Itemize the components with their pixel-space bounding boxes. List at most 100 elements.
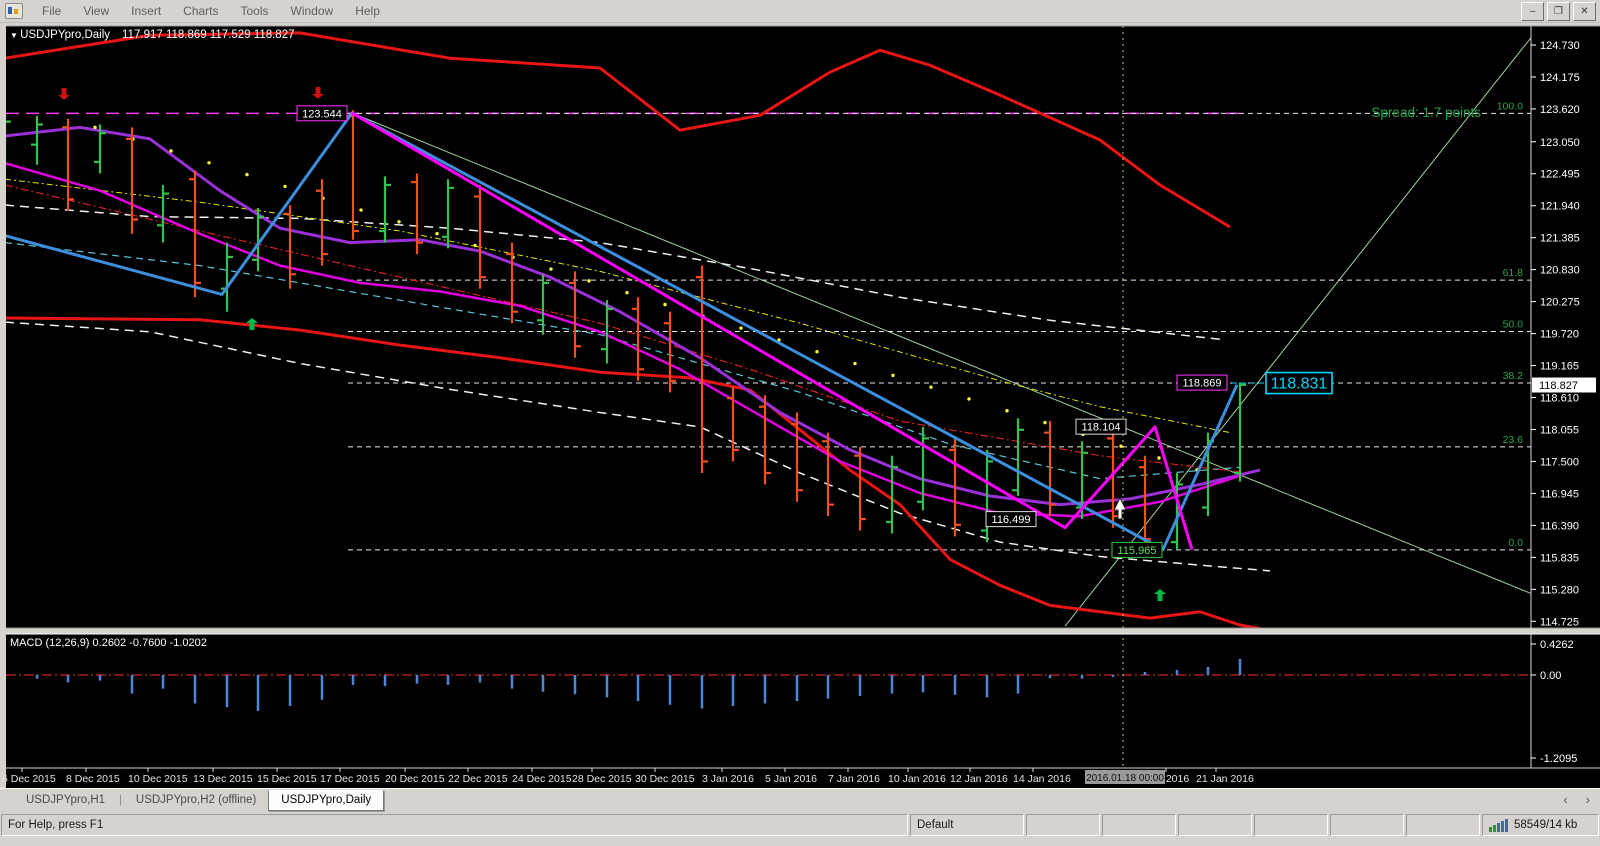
sar-dot	[1119, 444, 1122, 447]
price-axis-label: 117.500	[1540, 456, 1579, 468]
date-label: 21 Jan 2016	[1196, 773, 1254, 785]
price-tag-text: 118.869	[1183, 378, 1222, 390]
fib-level-label: 61.8	[1503, 267, 1524, 279]
date-label: 30 Dec 2015	[635, 773, 695, 785]
sar-dot	[967, 397, 970, 400]
tab-scroll-left-button[interactable]: ‹	[1559, 792, 1571, 808]
sar-dot	[739, 326, 742, 329]
chart-tab-bar: USDJPYpro,H1|USDJPYpro,H2 (offline)USDJP…	[0, 788, 1600, 813]
price-axis-label: 116.390	[1540, 520, 1579, 532]
price-tag-text: 123.544	[302, 108, 342, 120]
tab-usdjpypro-h1[interactable]: USDJPYpro,H1	[14, 791, 117, 810]
date-label: 8 Dec 2015	[66, 773, 120, 785]
sar-dot	[891, 374, 894, 377]
chart-canvas[interactable]	[6, 26, 1600, 788]
sar-dot	[663, 303, 666, 306]
close-button[interactable]: ✕	[1573, 2, 1596, 21]
price-chart[interactable]: 100.061.850.038.223.60.0123.544118.86911…	[0, 0, 1600, 846]
fib-level-label: 100.0	[1497, 100, 1523, 112]
price-axis-label: 116.945	[1540, 488, 1579, 500]
tab-usdjpypro-daily[interactable]: USDJPYpro,Daily	[268, 790, 384, 811]
price-axis-label: 122.495	[1540, 169, 1580, 181]
menu-item-insert[interactable]: Insert	[120, 0, 172, 22]
menu: FileViewInsertChartsToolsWindowHelp	[31, 0, 391, 22]
date-label: 7 Jan 2016	[828, 773, 880, 785]
status-traffic: 58549/14 kb	[1514, 819, 1577, 831]
sar-dot	[853, 362, 856, 365]
sar-dot	[929, 385, 932, 388]
status-empty-panel	[1026, 814, 1100, 836]
sar-dot	[93, 126, 96, 129]
menu-item-tools[interactable]: Tools	[230, 0, 280, 22]
chart-title: ▼ USDJPYpro,Daily117.917 118.869 117.529…	[10, 29, 295, 41]
price-axis-label: 119.165	[1540, 361, 1579, 373]
sar-dot	[625, 291, 628, 294]
sar-dot	[435, 232, 438, 235]
sar-dot	[397, 220, 400, 223]
crosshair-date-tag: 2016.01.18 00:00	[1085, 770, 1165, 784]
current-price-text: 118.827	[1539, 380, 1578, 392]
minimize-button[interactable]: –	[1521, 2, 1544, 21]
sar-dot	[207, 161, 210, 164]
sar-dot	[815, 350, 818, 353]
date-label: 6 Dec 2015	[2, 773, 56, 785]
price-axis-label: 114.725	[1540, 616, 1579, 628]
tab-usdjpypro-h2-offline-[interactable]: USDJPYpro,H2 (offline)	[124, 791, 268, 810]
menu-item-help[interactable]: Help	[344, 0, 391, 22]
date-label: 22 Dec 2015	[448, 773, 508, 785]
status-empty-panel	[1178, 814, 1252, 836]
price-axis-label: 115.835	[1540, 552, 1579, 564]
window-controls: –❐✕	[1521, 2, 1596, 21]
macd-label: MACD (12,26,9) 0.2602 -0.7600 -1.0202	[10, 637, 207, 649]
fib-level-label: 50.0	[1503, 319, 1524, 331]
date-label: 10 Dec 2015	[128, 773, 188, 785]
date-label: 28 Dec 2015	[572, 773, 632, 785]
date-label: 14 Jan 2016	[1013, 773, 1071, 785]
sar-dot	[1043, 421, 1046, 424]
menu-item-file[interactable]: File	[31, 0, 72, 22]
tab-scroll-right-button[interactable]: ›	[1582, 792, 1594, 808]
sar-dot	[359, 208, 362, 211]
price-tag-text: 116.499	[992, 514, 1031, 526]
date-label: 13 Dec 2015	[193, 773, 253, 785]
price-axis-label: 118.610	[1540, 393, 1579, 405]
price-tag-text: 118.104	[1082, 422, 1121, 434]
panel-separator[interactable]	[6, 628, 1600, 634]
tab-divider: |	[117, 794, 124, 806]
price-axis-label: 118.055	[1540, 424, 1579, 436]
connection-signal-icon	[1489, 819, 1508, 832]
sar-dot	[1157, 456, 1160, 459]
fib-level-label: 38.2	[1503, 370, 1524, 382]
date-label: 15 Dec 2015	[257, 773, 317, 785]
status-bar: For Help, press F1 Default 58549/14 kb	[0, 812, 1600, 838]
macd-axis-label: 0.00	[1540, 670, 1561, 682]
sar-dot	[1005, 409, 1008, 412]
fib-level-label: 23.6	[1503, 434, 1524, 446]
price-axis-label: 115.280	[1540, 584, 1579, 596]
sar-dot	[473, 244, 476, 247]
restore-button[interactable]: ❐	[1547, 2, 1570, 21]
menu-item-window[interactable]: Window	[280, 0, 345, 22]
date-label: 10 Jan 2016	[888, 773, 946, 785]
date-label: 5 Jan 2016	[765, 773, 817, 785]
status-connection: 58549/14 kb	[1482, 814, 1599, 836]
status-empty-panel	[1406, 814, 1480, 836]
status-help-text: For Help, press F1	[1, 814, 908, 836]
price-tag-text: 118.831	[1271, 376, 1328, 393]
menu-item-charts[interactable]: Charts	[172, 0, 229, 22]
sar-dot	[245, 173, 248, 176]
price-axis-label: 121.940	[1540, 201, 1580, 213]
price-axis-label: 124.730	[1540, 40, 1580, 52]
sar-dot	[587, 279, 590, 282]
menu-item-view[interactable]: View	[72, 0, 120, 22]
status-empty-panel	[1254, 814, 1328, 836]
spread-label: Spread: 1.7 points	[1371, 105, 1481, 120]
price-axis-label: 119.720	[1540, 329, 1579, 341]
macd-axis-label: 0.4262	[1540, 639, 1574, 651]
sar-dot	[169, 149, 172, 152]
price-axis-label: 124.175	[1540, 72, 1580, 84]
status-empty-panel	[1330, 814, 1404, 836]
current-price-tag: 118.827	[1532, 378, 1596, 393]
price-axis-label: 123.050	[1540, 137, 1580, 149]
price-axis-label: 123.620	[1540, 104, 1580, 116]
